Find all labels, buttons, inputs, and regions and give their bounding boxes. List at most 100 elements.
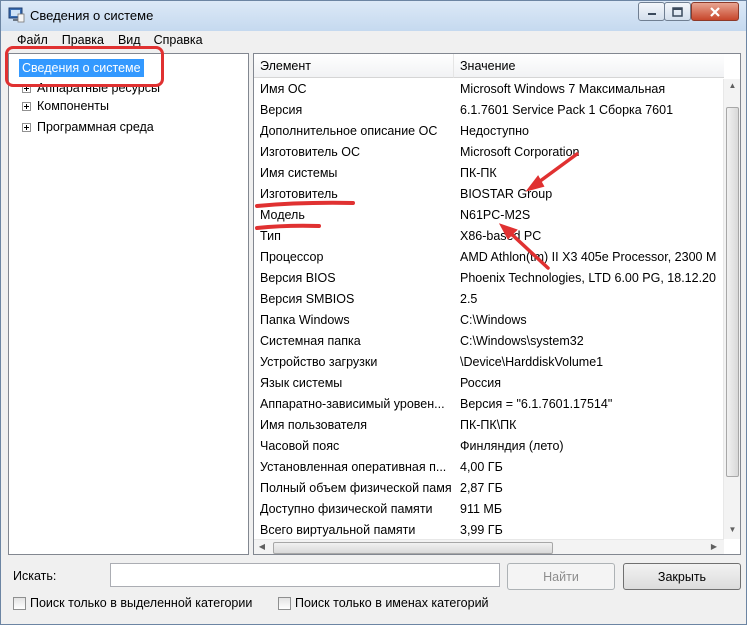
cell-element: Процессор	[260, 250, 324, 264]
close-icon	[710, 6, 720, 17]
minimize-icon	[647, 12, 656, 15]
cell-element: Доступно физической памяти	[260, 502, 433, 516]
checkbox-box[interactable]	[13, 596, 26, 610]
table-row[interactable]: Всего виртуальной памяти 3,99 ГБ	[254, 520, 724, 539]
cell-element: Язык системы	[260, 376, 343, 390]
search-input[interactable]	[110, 563, 500, 587]
cell-element: Папка Windows	[260, 313, 350, 327]
table-row[interactable]: Папка Windows C:\Windows	[254, 310, 724, 331]
cell-value: Phoenix Technologies, LTD 6.00 PG, 18.12…	[460, 271, 716, 285]
scroll-up-icon[interactable]: ▲	[724, 81, 740, 90]
cell-element: Имя пользователя	[260, 418, 367, 432]
menu-help[interactable]: Справка	[154, 31, 203, 49]
cell-value: C:\Windows	[460, 313, 527, 327]
table-row[interactable]: Версия 6.1.7601 Service Pack 1 Сборка 760…	[254, 100, 724, 121]
table-row[interactable]: Изготовитель ОС Microsoft Corporation	[254, 142, 724, 163]
cell-element: Версия BIOS	[260, 271, 336, 285]
cell-value: 2,87 ГБ	[460, 481, 503, 495]
cell-value: Недоступно	[460, 124, 529, 138]
cell-value: 6.1.7601 Service Pack 1 Сборка 7601	[460, 103, 674, 117]
cell-element: Системная папка	[260, 334, 361, 348]
cell-value: 4,00 ГБ	[460, 460, 503, 474]
maximize-icon	[672, 6, 683, 17]
cell-element: Устройство загрузки	[260, 355, 378, 369]
cell-value: Microsoft Corporation	[460, 145, 580, 159]
cell-value: ПК-ПК\ПК	[460, 418, 517, 432]
table-row[interactable]: Изготовитель BIOSTAR Group	[254, 184, 724, 205]
table-row[interactable]: Имя ОС Microsoft Windows 7 Максимальная	[254, 79, 724, 100]
system-information-window: Сведения о системе Файл Правка Вид Справ…	[0, 0, 747, 625]
expand-icon[interactable]	[22, 122, 31, 132]
cell-value: BIOSTAR Group	[460, 187, 553, 201]
cell-value: \Device\HarddiskVolume1	[460, 355, 604, 369]
category-tree: Сведения о системе Аппаратные ресурсы Ко…	[8, 53, 249, 555]
search-selected-category-checkbox[interactable]: Поиск только в выделенной категории	[13, 596, 252, 610]
table-row[interactable]: Тип X86-based PC	[254, 226, 724, 247]
cell-element: Имя ОС	[260, 82, 307, 96]
cell-element: Полный объем физической памя...	[260, 481, 452, 495]
cell-value: AMD Athlon(tm) II X3 405e Processor, 230…	[460, 250, 717, 264]
cell-element: Версия	[260, 103, 303, 117]
column-header-element[interactable]: Элемент	[254, 54, 454, 78]
horizontal-scroll-thumb[interactable]	[273, 542, 553, 554]
cell-value: Microsoft Windows 7 Максимальная	[460, 82, 666, 96]
tree-item-label: Программная среда	[37, 120, 154, 134]
cell-value: Финляндия (лето)	[460, 439, 564, 453]
expand-icon[interactable]	[22, 101, 31, 111]
table-row[interactable]: Модель N61PC-M2S	[254, 205, 724, 226]
cell-value: N61PC-M2S	[460, 208, 531, 222]
table-row[interactable]: Версия BIOS Phoenix Technologies, LTD 6.0…	[254, 268, 724, 289]
cell-value: 2.5	[460, 292, 478, 306]
cell-value: X86-based PC	[460, 229, 542, 243]
vertical-scroll-thumb[interactable]	[726, 107, 739, 477]
cell-element: Версия SMBIOS	[260, 292, 355, 306]
cell-element: Модель	[260, 208, 305, 222]
table-row[interactable]: Процессор AMD Athlon(tm) II X3 405e Proce…	[254, 247, 724, 268]
table-rows: Имя ОС Microsoft Windows 7 Максимальная Ве…	[254, 79, 724, 539]
tree-item-software-environment[interactable]: Программная среда	[22, 118, 154, 136]
scroll-left-icon[interactable]: ◀	[254, 542, 270, 551]
cell-element: Дополнительное описание ОС	[260, 124, 438, 138]
find-button[interactable]: Найти	[507, 563, 615, 590]
table-row[interactable]: Аппаратно-зависимый уровен... Версия = "6…	[254, 394, 724, 415]
table-row[interactable]: Имя пользователя ПК-ПК\ПК	[254, 415, 724, 436]
horizontal-scrollbar[interactable]: ◀ ▶	[254, 539, 724, 554]
cell-element: Тип	[260, 229, 281, 243]
table-row[interactable]: Устройство загрузки \Device\HarddiskVolum…	[254, 352, 724, 373]
table-row[interactable]: Полный объем физической памя... 2,87 ГБ	[254, 478, 724, 499]
window-title: Сведения о системе	[30, 8, 154, 23]
table-row[interactable]: Системная папка C:\Windows\system32	[254, 331, 724, 352]
close-button[interactable]: Закрыть	[623, 563, 741, 590]
cell-element: Имя системы	[260, 166, 338, 180]
vertical-scrollbar[interactable]: ▲ ▼	[723, 79, 740, 539]
column-header-value[interactable]: Значение	[454, 54, 724, 78]
cell-value: C:\Windows\system32	[460, 334, 584, 348]
table-row[interactable]: Дополнительное описание ОС Недоступно	[254, 121, 724, 142]
cell-element: Установленная оперативная п...	[260, 460, 447, 474]
table-row[interactable]: Имя системы ПК-ПК	[254, 163, 724, 184]
table-row[interactable]: Часовой пояс Финляндия (лето)	[254, 436, 724, 457]
title-bar[interactable]: Сведения о системе	[1, 1, 746, 31]
annotation-highlight-box	[5, 46, 164, 87]
system-information-app-icon	[8, 7, 25, 23]
tree-item-label: Компоненты	[37, 99, 110, 113]
cell-element: Аппаратно-зависимый уровен...	[260, 397, 445, 411]
minimize-button[interactable]	[638, 2, 665, 21]
maximize-button[interactable]	[664, 2, 691, 21]
cell-element: Часовой пояс	[260, 439, 340, 453]
close-window-button[interactable]	[691, 2, 739, 21]
scroll-right-icon[interactable]: ▶	[706, 542, 722, 551]
search-category-names-checkbox[interactable]: Поиск только в именах категорий	[278, 596, 489, 610]
search-label: Искать:	[13, 569, 57, 583]
cell-value: Россия	[460, 376, 501, 390]
checkbox-box[interactable]	[278, 596, 291, 610]
table-row[interactable]: Установленная оперативная п... 4,00 ГБ	[254, 457, 724, 478]
scroll-down-icon[interactable]: ▼	[724, 525, 740, 534]
details-table: Элемент Значение Имя ОС Microsoft Windows…	[253, 53, 741, 555]
table-row[interactable]: Версия SMBIOS 2.5	[254, 289, 724, 310]
tree-item-components[interactable]: Компоненты	[22, 97, 109, 115]
table-row[interactable]: Язык системы Россия	[254, 373, 724, 394]
checkbox-label: Поиск только в выделенной категории	[30, 596, 253, 610]
table-row[interactable]: Доступно физической памяти 911 МБ	[254, 499, 724, 520]
cell-value: 3,99 ГБ	[460, 523, 503, 537]
